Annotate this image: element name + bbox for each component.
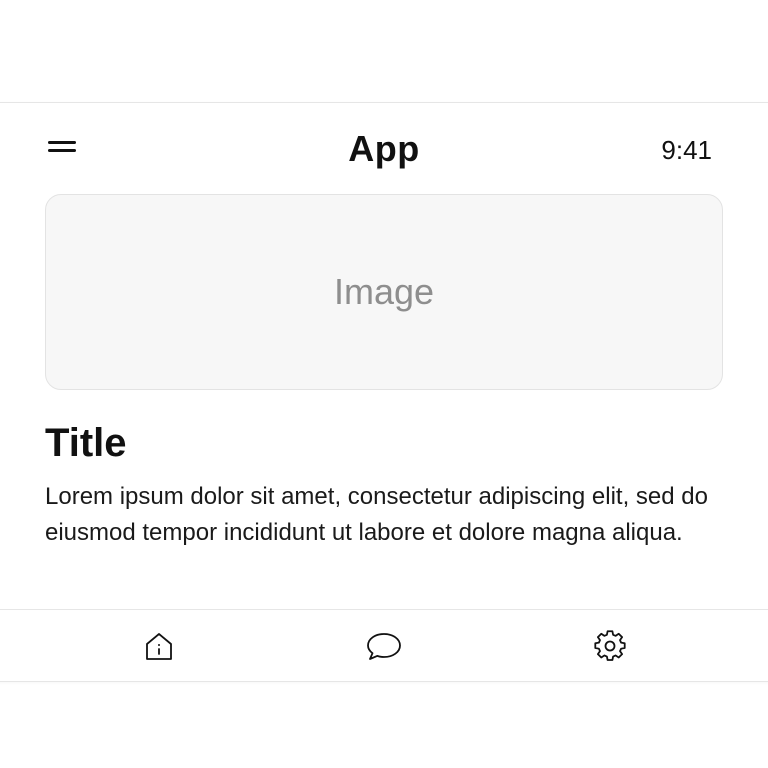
tab-bar (0, 609, 768, 681)
app-title: App (348, 128, 420, 169)
app-window: App 9:41 Image Title Lorem ipsum dolor s… (0, 102, 768, 682)
tab-chat[interactable] (362, 624, 406, 668)
chat-bubble-icon (367, 633, 401, 660)
home-icon (146, 633, 172, 660)
image-placeholder-label: Image (333, 271, 435, 312)
content-title: Title (45, 421, 127, 465)
tab-home[interactable] (137, 624, 181, 668)
image-placeholder: Image (45, 194, 723, 390)
page: App 9:41 Image Title Lorem ipsum dolor s… (0, 0, 768, 768)
tab-settings[interactable] (588, 624, 632, 668)
app-header: App 9:41 (0, 103, 768, 195)
status-time: 9:41 (661, 135, 712, 165)
content-body: Lorem ipsum dolor sit amet, consectetur … (45, 483, 708, 546)
gear-icon (594, 630, 626, 661)
